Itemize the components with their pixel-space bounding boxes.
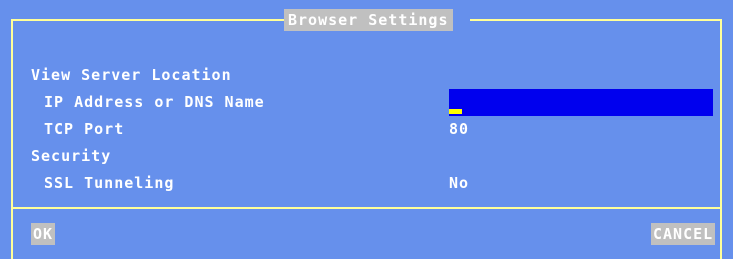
section-security: Security bbox=[31, 147, 112, 165]
tcp-port-label: TCP Port bbox=[44, 120, 125, 138]
frame-top-right bbox=[470, 19, 722, 21]
frame-left bbox=[11, 19, 13, 259]
frame-top-left bbox=[11, 19, 284, 21]
ip-address-input[interactable] bbox=[449, 89, 713, 116]
ssl-tunneling-label: SSL Tunneling bbox=[44, 174, 175, 192]
frame-divider bbox=[11, 207, 722, 209]
cancel-button[interactable]: CANCEL bbox=[651, 223, 716, 245]
text-cursor bbox=[449, 109, 462, 114]
ssl-tunneling-value[interactable]: No bbox=[449, 174, 469, 192]
ok-button[interactable]: OK bbox=[31, 223, 56, 245]
dialog-title: Browser Settings bbox=[284, 9, 453, 31]
section-view-server-location: View Server Location bbox=[31, 66, 232, 84]
frame-right bbox=[720, 19, 722, 259]
ip-address-label: IP Address or DNS Name bbox=[44, 93, 265, 111]
browser-settings-dialog: Browser Settings View Server Location IP… bbox=[0, 0, 733, 259]
tcp-port-value[interactable]: 80 bbox=[449, 120, 469, 138]
